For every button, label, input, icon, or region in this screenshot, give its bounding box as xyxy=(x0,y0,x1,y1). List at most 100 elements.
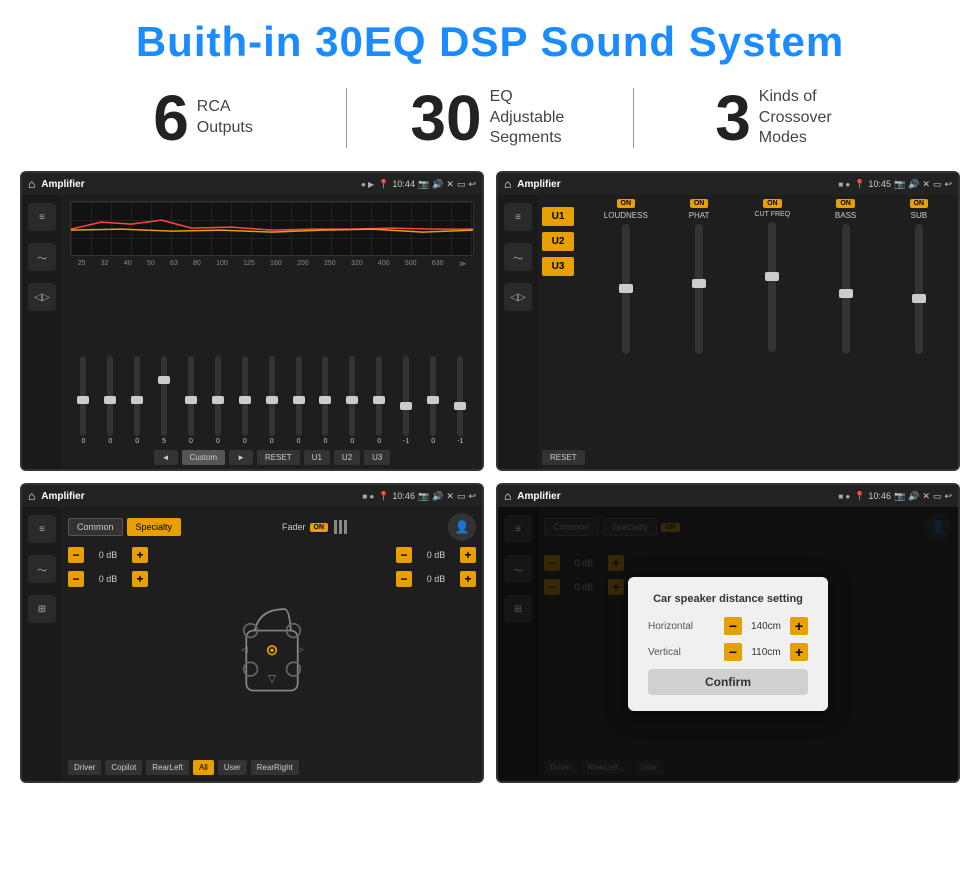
eq-vol-btn[interactable]: ◁▷ xyxy=(28,283,56,311)
slider-thumb[interactable] xyxy=(293,396,305,404)
slider-track[interactable] xyxy=(349,356,355,436)
slider-track[interactable] xyxy=(215,356,221,436)
slider-thumb[interactable] xyxy=(346,396,358,404)
slider-track[interactable] xyxy=(296,356,302,436)
home-icon-2[interactable]: ⌂ xyxy=(504,177,511,191)
eq-filter-btn[interactable]: ≡ xyxy=(28,203,56,231)
slider-thumb[interactable] xyxy=(104,396,116,404)
ch-phat-track[interactable] xyxy=(695,224,703,354)
ch-slider-track[interactable] xyxy=(622,224,630,354)
eq-slider-9[interactable]: 0 xyxy=(296,356,302,445)
crossover-reset-btn[interactable]: RESET xyxy=(542,450,585,465)
slider-track[interactable] xyxy=(188,356,194,436)
slider-thumb[interactable] xyxy=(400,402,412,410)
slider-track[interactable] xyxy=(376,356,382,436)
home-icon-4[interactable]: ⌂ xyxy=(504,489,511,503)
horizontal-plus-btn[interactable]: + xyxy=(790,617,808,635)
eq-slider-10[interactable]: 0 xyxy=(322,356,328,445)
slider-thumb[interactable] xyxy=(185,396,197,404)
u1-btn[interactable]: U1 xyxy=(542,207,574,226)
eq-reset-btn[interactable]: RESET xyxy=(257,450,300,465)
fader-wave-btn[interactable]: 〜 xyxy=(28,555,56,583)
ch-bass-thumb[interactable] xyxy=(839,289,853,298)
fader-rearright-btn[interactable]: RearRight xyxy=(251,760,299,775)
u2-btn[interactable]: U2 xyxy=(542,232,574,251)
eq-slider-11[interactable]: 0 xyxy=(349,356,355,445)
ch-sub-thumb[interactable] xyxy=(912,294,926,303)
fader-lt-plus[interactable]: + xyxy=(132,547,148,563)
fader-lb-plus[interactable]: + xyxy=(132,571,148,587)
u3-btn[interactable]: U3 xyxy=(542,257,574,276)
slider-thumb[interactable] xyxy=(212,396,224,404)
fader-user-btn[interactable]: User xyxy=(218,760,247,775)
eq-slider-6[interactable]: 0 xyxy=(215,356,221,445)
ch-slider-thumb[interactable] xyxy=(619,284,633,293)
eq-slider-4[interactable]: 5 xyxy=(161,356,167,445)
slider-track[interactable] xyxy=(134,356,140,436)
crossover-wave-btn[interactable]: 〜 xyxy=(504,243,532,271)
eq-u2-btn[interactable]: U2 xyxy=(334,450,360,465)
slider-track[interactable] xyxy=(242,356,248,436)
ch-cut-track[interactable] xyxy=(768,222,776,352)
horizontal-minus-btn[interactable]: − xyxy=(724,617,742,635)
fader-all-btn[interactable]: All xyxy=(193,760,214,775)
slider-thumb[interactable] xyxy=(319,396,331,404)
eq-u1-btn[interactable]: U1 xyxy=(304,450,330,465)
ch-bass-track[interactable] xyxy=(842,224,850,354)
fader-rearleft-btn[interactable]: RearLeft xyxy=(146,760,189,775)
slider-thumb[interactable] xyxy=(454,402,466,410)
ch-sub-track[interactable] xyxy=(915,224,923,354)
slider-track[interactable] xyxy=(269,356,275,436)
fader-copilot-btn[interactable]: Copilot xyxy=(105,760,142,775)
eq-slider-2[interactable]: 0 xyxy=(107,356,113,445)
fader-common-btn[interactable]: Common xyxy=(68,518,123,536)
fader-rt-minus[interactable]: − xyxy=(396,547,412,563)
slider-thumb[interactable] xyxy=(266,396,278,404)
home-icon-3[interactable]: ⌂ xyxy=(28,489,35,503)
home-icon-1[interactable]: ⌂ xyxy=(28,177,35,191)
eq-u3-btn[interactable]: U3 xyxy=(364,450,390,465)
slider-thumb[interactable] xyxy=(158,376,170,384)
crossover-filter-btn[interactable]: ≡ xyxy=(504,203,532,231)
fader-rt-plus[interactable]: + xyxy=(460,547,476,563)
slider-track[interactable] xyxy=(457,356,463,436)
slider-thumb[interactable] xyxy=(131,396,143,404)
eq-slider-8[interactable]: 0 xyxy=(269,356,275,445)
ch-phat-thumb[interactable] xyxy=(692,279,706,288)
eq-slider-7[interactable]: 0 xyxy=(242,356,248,445)
slider-thumb[interactable] xyxy=(77,396,89,404)
vertical-plus-btn[interactable]: + xyxy=(790,643,808,661)
fader-filter-btn[interactable]: ≡ xyxy=(28,515,56,543)
eq-slider-1[interactable]: 0 xyxy=(80,356,86,445)
slider-track[interactable] xyxy=(80,356,86,436)
eq-slider-15[interactable]: -1 xyxy=(457,356,463,445)
fader-specialty-btn[interactable]: Specialty xyxy=(127,518,182,536)
ch-cut-thumb[interactable] xyxy=(765,272,779,281)
eq-wave-btn[interactable]: 〜 xyxy=(28,243,56,271)
back-icon-4[interactable]: ↩ xyxy=(944,491,952,502)
slider-thumb[interactable] xyxy=(373,396,385,404)
eq-prev-btn[interactable]: ◄ xyxy=(154,450,178,465)
eq-slider-14[interactable]: 0 xyxy=(430,356,436,445)
eq-slider-13[interactable]: -1 xyxy=(403,356,409,445)
back-icon-2[interactable]: ↩ xyxy=(944,179,952,190)
fader-lt-minus[interactable]: − xyxy=(68,547,84,563)
back-icon-3[interactable]: ↩ xyxy=(468,491,476,502)
confirm-button[interactable]: Confirm xyxy=(648,669,808,695)
slider-thumb[interactable] xyxy=(239,396,251,404)
back-icon-1[interactable]: ↩ xyxy=(468,179,476,190)
fader-lb-minus[interactable]: − xyxy=(68,571,84,587)
eq-slider-3[interactable]: 0 xyxy=(134,356,140,445)
fader-expand-btn[interactable]: ⊞ xyxy=(28,595,56,623)
vertical-minus-btn[interactable]: − xyxy=(724,643,742,661)
eq-slider-5[interactable]: 0 xyxy=(188,356,194,445)
slider-track[interactable] xyxy=(322,356,328,436)
fader-rb-plus[interactable]: + xyxy=(460,571,476,587)
slider-track[interactable] xyxy=(403,356,409,436)
fader-driver-btn[interactable]: Driver xyxy=(68,760,101,775)
eq-custom-btn[interactable]: Custom xyxy=(182,450,226,465)
crossover-vol-btn[interactable]: ◁▷ xyxy=(504,283,532,311)
slider-track[interactable] xyxy=(161,356,167,436)
eq-play-btn[interactable]: ► xyxy=(229,450,253,465)
fader-rb-minus[interactable]: − xyxy=(396,571,412,587)
